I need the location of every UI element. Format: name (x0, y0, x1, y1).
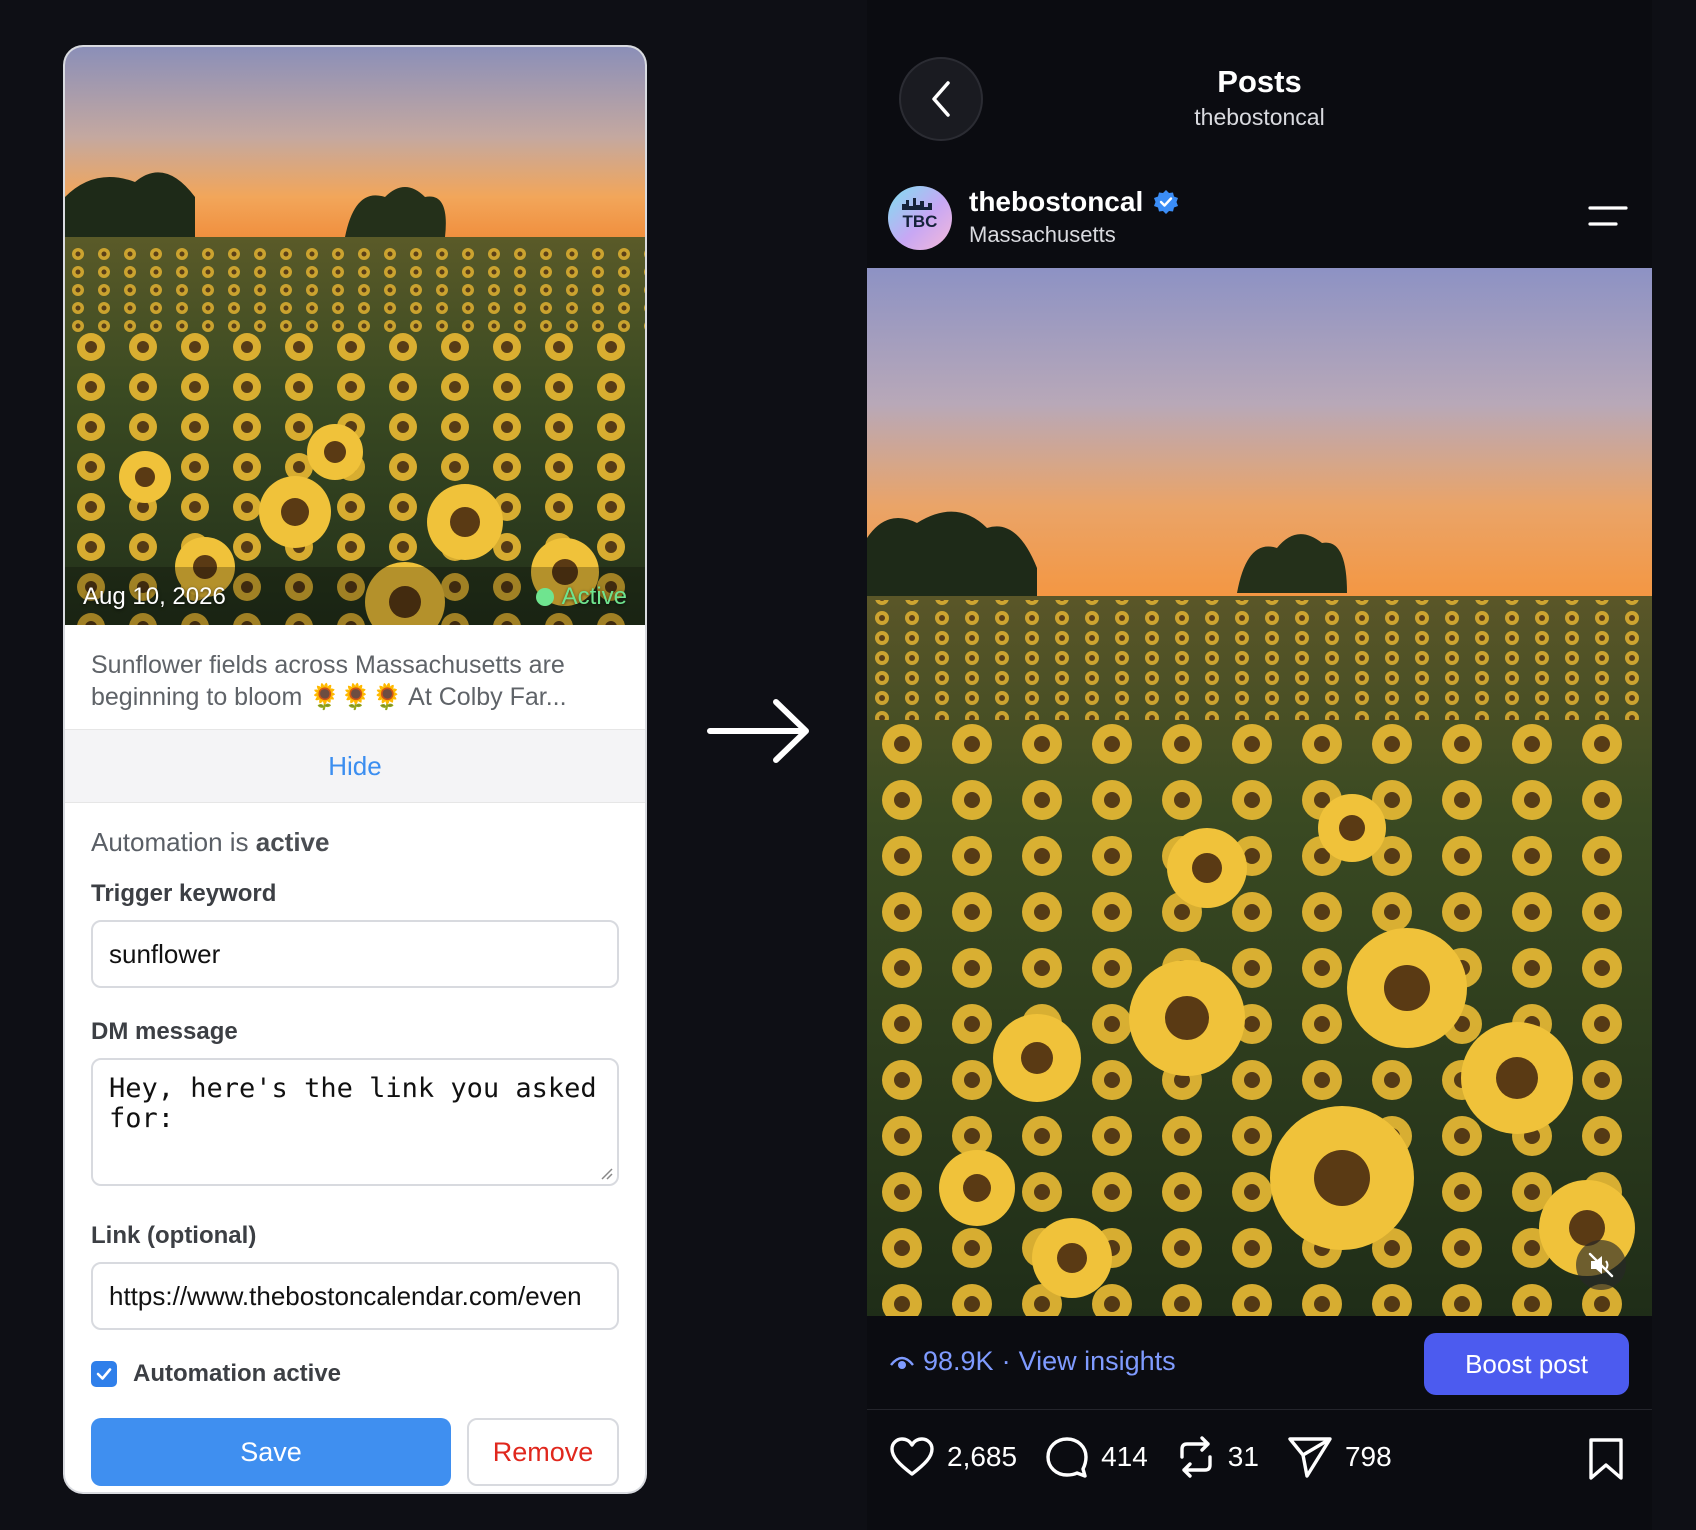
mute-button[interactable] (1576, 1240, 1626, 1290)
heart-icon (890, 1437, 934, 1476)
status-badge: Active (535, 583, 627, 611)
insights-label: View insights (1018, 1346, 1176, 1376)
speaker-muted-icon (1588, 1252, 1614, 1278)
insights-separator: · (1001, 1346, 1011, 1376)
repost-icon (1180, 1436, 1212, 1478)
link-label: Link (optional) (91, 1222, 257, 1249)
comment-button[interactable]: 414 (1045, 1435, 1148, 1479)
automation-form: Automation is active Trigger keyword sun… (65, 803, 645, 1492)
view-insights-link[interactable]: 98.9K · View insights (889, 1346, 1176, 1377)
send-icon (1288, 1437, 1332, 1478)
save-button[interactable]: Save (91, 1418, 451, 1486)
avatar[interactable]: TBC (888, 186, 952, 250)
eye-icon (890, 1356, 914, 1369)
like-button[interactable]: 2,685 (889, 1436, 1017, 1478)
comments-count: 414 (1101, 1441, 1148, 1472)
automation-active-row: Automation active (91, 1360, 619, 1388)
boost-post-button[interactable]: Boost post (1424, 1333, 1629, 1395)
likes-count: 2,685 (947, 1441, 1018, 1472)
comment-icon (1046, 1437, 1088, 1478)
sunflower-photo (867, 268, 1652, 1316)
link-input[interactable]: https://www.thebostoncalendar.com/even (91, 1262, 619, 1330)
automation-active-checkbox[interactable] (91, 1361, 117, 1387)
post-date: Aug 10, 2026 (83, 583, 226, 610)
post-media[interactable] (867, 268, 1652, 1316)
form-actions: Save Remove (91, 1418, 619, 1486)
views-count: 98.9K (923, 1346, 994, 1376)
post-thumbnail: Aug 10, 2026 Active (65, 47, 645, 625)
account-location[interactable]: Massachusetts (969, 222, 1116, 248)
dm-message-text: Hey, here's the link you asked for: (109, 1073, 613, 1134)
avatar-text: TBC (902, 212, 938, 231)
page-subtitle: thebostoncal (1194, 104, 1325, 130)
arrow-right-icon (707, 699, 809, 763)
reposts-count: 31 (1227, 1441, 1259, 1472)
skyline-icon (902, 198, 932, 210)
automation-status-text: Automation is active (91, 827, 619, 858)
dm-message-textarea[interactable]: Hey, here's the link you asked for: (91, 1058, 619, 1186)
hide-button[interactable]: Hide (65, 730, 645, 803)
page-title: Posts (1217, 64, 1302, 99)
automation-status-value: active (255, 827, 330, 857)
automation-status-prefix: Automation is (91, 827, 256, 857)
trigger-keyword-input[interactable]: sunflower (91, 920, 619, 988)
automation-active-label: Automation active (133, 1360, 342, 1387)
instagram-post-view: Posts thebostoncal TBC thebostoncal Mass… (867, 0, 1652, 1530)
bookmark-icon[interactable] (1586, 1437, 1626, 1481)
divider (867, 1409, 1652, 1410)
status-label: Active (561, 583, 627, 610)
resize-handle-icon[interactable] (599, 1166, 613, 1180)
verified-badge-icon (1154, 190, 1179, 214)
post-actions: 2,685 414 31 798 (889, 1435, 1420, 1479)
remove-button[interactable]: Remove (467, 1418, 619, 1486)
shares-count: 798 (1344, 1441, 1392, 1472)
trigger-keyword-label: Trigger keyword (91, 880, 277, 907)
dm-message-label: DM message (91, 1018, 238, 1045)
automation-card: Aug 10, 2026 Active Sunflower fields acr… (65, 47, 645, 1492)
sunflower-photo (65, 47, 645, 625)
checkmark-icon (96, 1368, 112, 1380)
post-caption: Sunflower fields across Massachusetts ar… (65, 625, 645, 730)
account-name: thebostoncal (969, 186, 1144, 217)
account-name-row[interactable]: thebostoncal (969, 186, 1179, 218)
share-button[interactable]: 798 (1287, 1435, 1392, 1479)
menu-icon[interactable] (1588, 204, 1628, 228)
status-dot-icon (535, 588, 554, 606)
repost-button[interactable]: 31 (1176, 1435, 1259, 1479)
